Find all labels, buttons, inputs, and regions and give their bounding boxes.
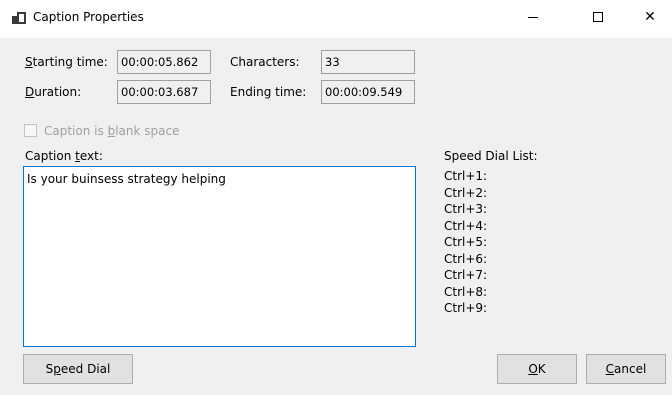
- duration-field[interactable]: 00:00:03.687: [117, 80, 211, 104]
- app-icon: [12, 12, 26, 24]
- speed-dial-item: Ctrl+2:: [444, 185, 488, 200]
- ending-time-field[interactable]: 00:00:09.549: [321, 80, 415, 104]
- maximize-icon: [593, 12, 603, 22]
- ok-button[interactable]: OK: [497, 354, 577, 384]
- speed-dial-item: Ctrl+7:: [444, 268, 488, 282]
- caption-properties-dialog: Caption Properties ✕ Starting time: 00:0…: [0, 0, 672, 395]
- blank-space-checkbox[interactable]: [24, 124, 37, 137]
- speed-dial-button-label: Speed Dial: [45, 362, 111, 376]
- caption-text-label: Caption text:: [25, 149, 103, 163]
- starting-time-label: Starting time:: [25, 55, 108, 69]
- window-title: Caption Properties: [33, 10, 144, 24]
- starting-time-field[interactable]: 00:00:05.862: [117, 50, 211, 74]
- speed-dial-item: Ctrl+3:: [444, 202, 488, 216]
- cancel-button[interactable]: Cancel: [586, 354, 666, 384]
- minimize-icon: [528, 16, 538, 18]
- speed-dial-item: Ctrl+9:: [444, 301, 488, 315]
- close-icon: ✕: [644, 9, 656, 25]
- speed-dial-button[interactable]: Speed Dial: [23, 354, 133, 384]
- speed-dial-item: Ctrl+1:: [444, 169, 488, 183]
- characters-label: Characters:: [230, 55, 300, 69]
- speed-dial-item: Ctrl+8:: [444, 284, 488, 299]
- ending-time-label: Ending time:: [230, 85, 307, 99]
- close-button[interactable]: ✕: [627, 0, 672, 34]
- speed-dial-item: Ctrl+4:: [444, 218, 488, 233]
- caption-text-area[interactable]: Is your buinsess strategy helping: [23, 166, 416, 347]
- speed-dial-list: Ctrl+1: Ctrl+2: Ctrl+3: Ctrl+4: Ctrl+5: …: [444, 168, 487, 317]
- title-bar[interactable]: Caption Properties ✕: [0, 0, 672, 38]
- ok-button-label: OK: [528, 362, 546, 376]
- speed-dial-item: Ctrl+5:: [444, 235, 488, 249]
- characters-field[interactable]: 33: [321, 50, 415, 74]
- duration-label: Duration:: [25, 85, 82, 99]
- minimize-button[interactable]: [510, 0, 556, 34]
- speed-dial-item: Ctrl+6:: [444, 251, 488, 266]
- maximize-button[interactable]: [575, 0, 621, 34]
- blank-space-label: Caption is blank space: [44, 124, 180, 138]
- speed-dial-list-title: Speed Dial List:: [444, 149, 538, 163]
- cancel-button-label: Cancel: [605, 362, 647, 376]
